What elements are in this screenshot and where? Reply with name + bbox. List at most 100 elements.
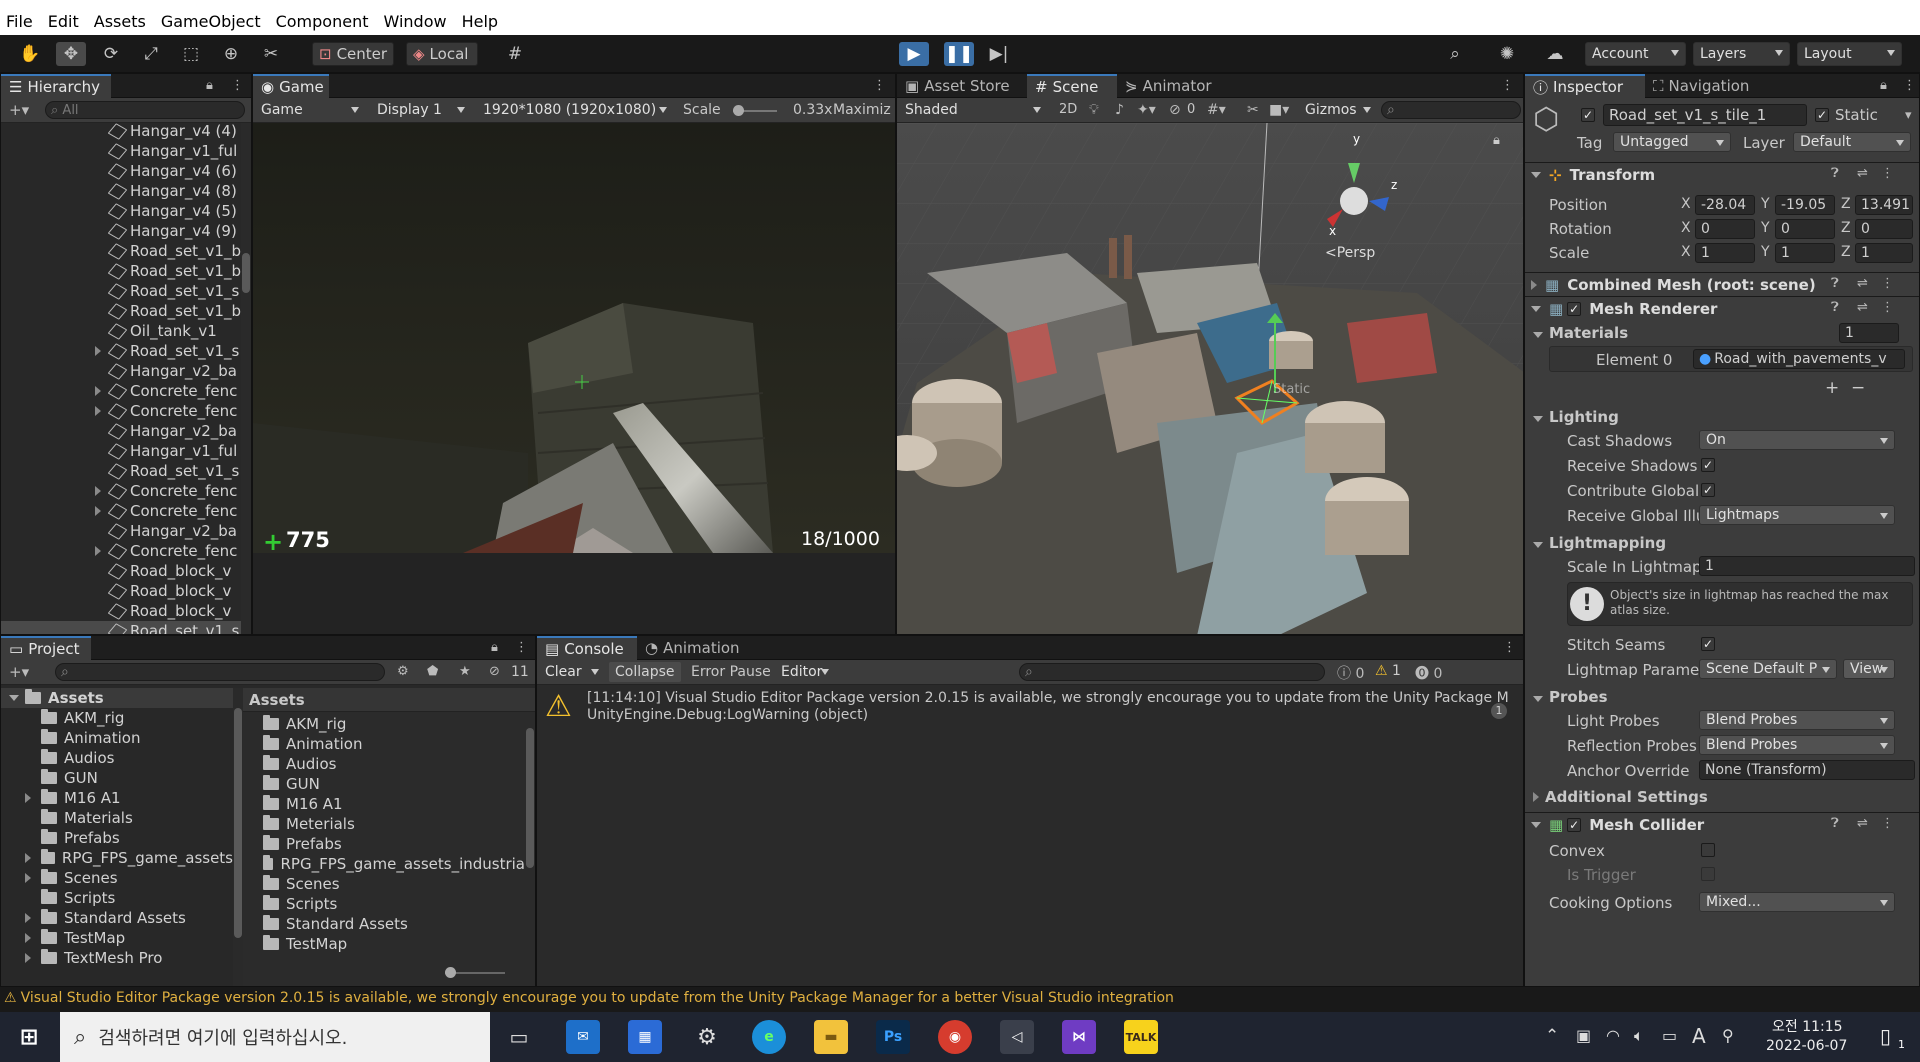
probes-header[interactable]: Probes: [1533, 688, 1608, 706]
project-folder-item[interactable]: TextMesh Pro: [1, 948, 233, 968]
pivot-local-button[interactable]: ◈ Local: [406, 42, 478, 66]
project-folder-item[interactable]: Standard Assets: [1, 908, 233, 928]
mesh-collider-menu-icon[interactable]: ⋮: [1881, 816, 1894, 831]
hierarchy-search-input[interactable]: ⌕ All: [45, 101, 245, 119]
scale-tool-icon[interactable]: ⤢: [136, 42, 166, 66]
project-folder-item[interactable]: TestMap: [1, 928, 233, 948]
windows-start-icon[interactable]: ⊞: [12, 1020, 46, 1054]
clock-date[interactable]: 2022-06-07: [1766, 1038, 1847, 1054]
hierarchy-item[interactable]: Hangar_v1_ful: [1, 141, 241, 161]
warning-count-icon[interactable]: ⚠ 1: [1375, 663, 1401, 679]
layers-dropdown[interactable]: Layers: [1693, 42, 1790, 66]
layer-dropdown[interactable]: Default: [1793, 132, 1911, 152]
project-asset-item[interactable]: Meterials: [243, 814, 525, 834]
ime-settings-icon[interactable]: ⚲: [1722, 1026, 1734, 1045]
project-list-scrollbar[interactable]: [525, 714, 535, 954]
mesh-collider-enabled-checkbox[interactable]: ✓: [1567, 817, 1582, 832]
gizmos-dropdown[interactable]: Gizmos: [1299, 100, 1377, 120]
search-by-type-icon[interactable]: ⚙: [397, 664, 409, 679]
hierarchy-item[interactable]: Road_set_v1_b: [1, 241, 241, 261]
hand-tool-icon[interactable]: ✋: [15, 42, 45, 66]
tab-game[interactable]: ◉ Game: [253, 74, 329, 98]
stitch-seams-checkbox[interactable]: ✓: [1701, 637, 1715, 651]
photoshop-icon[interactable]: Ps: [876, 1020, 910, 1054]
lightmapping-header[interactable]: Lightmapping: [1533, 534, 1666, 552]
hierarchy-item[interactable]: Concrete_fenc: [1, 381, 241, 401]
error-pause-toggle[interactable]: Error Pause: [691, 664, 771, 680]
folder-expand-icon[interactable]: [25, 933, 31, 943]
tab-console[interactable]: ▤ Console: [537, 636, 637, 660]
project-folder-item[interactable]: GUN: [1, 768, 233, 788]
folder-expand-icon[interactable]: [25, 913, 31, 923]
chrome-icon[interactable]: ◉: [938, 1020, 972, 1054]
folder-expand-icon[interactable]: [25, 873, 31, 883]
store-app-icon[interactable]: ▦: [628, 1020, 662, 1054]
hierarchy-scroll-thumb[interactable]: [242, 253, 250, 293]
tab-hierarchy[interactable]: ☰ Hierarchy: [1, 74, 111, 98]
project-folder-item[interactable]: AKM_rig: [1, 708, 233, 728]
hierarchy-item[interactable]: Road_set_v1_s: [1, 341, 241, 361]
hierarchy-item[interactable]: Hangar_v2_ba: [1, 361, 241, 381]
hidden-packages-icon[interactable]: ⊘: [489, 664, 500, 679]
visibility-icon[interactable]: ⊘: [1169, 102, 1181, 118]
lighting-header[interactable]: Lighting: [1533, 408, 1619, 426]
play-icon[interactable]: ▶: [899, 42, 929, 66]
scale-in-lightmap-field[interactable]: 1: [1699, 556, 1915, 576]
add-icon[interactable]: +▾: [9, 101, 29, 119]
object-name-input[interactable]: Road_set_v1_s_tile_1: [1603, 104, 1807, 126]
scale-y-field[interactable]: 1: [1775, 243, 1835, 263]
hierarchy-item[interactable]: Hangar_v4 (4): [1, 123, 241, 141]
hierarchy-item[interactable]: Hangar_v4 (9): [1, 221, 241, 241]
lock-icon[interactable]: 🔒︎: [206, 78, 213, 93]
file-explorer-icon[interactable]: ▬: [814, 1020, 848, 1054]
hierarchy-scrollbar[interactable]: [241, 123, 251, 634]
search-by-label-icon[interactable]: ⬟: [427, 664, 438, 679]
display-dropdown[interactable]: Display 1: [371, 100, 471, 120]
tab-navigation[interactable]: ⛶ Navigation: [1645, 74, 1775, 98]
receive-gi-dropdown[interactable]: Lightmaps: [1699, 505, 1895, 525]
menu-item-gameobject[interactable]: GameObject: [161, 12, 261, 31]
mesh-renderer-enabled-checkbox[interactable]: ✓: [1567, 301, 1582, 316]
menu-item-help[interactable]: Help: [462, 12, 498, 31]
game-viewport[interactable]: + 775 18/1000: [253, 123, 895, 634]
static-checkbox[interactable]: ✓: [1815, 108, 1829, 122]
combined-mesh-preset-icon[interactable]: ⇌: [1857, 276, 1868, 291]
tab-scene[interactable]: # Scene: [1027, 74, 1117, 98]
project-more-icon[interactable]: ⋮: [515, 640, 528, 655]
expand-arrow-icon[interactable]: [95, 406, 101, 416]
project-list-scroll-thumb[interactable]: [526, 728, 534, 868]
account-dropdown[interactable]: Account: [1585, 42, 1686, 66]
hierarchy-item[interactable]: Oil_tank_v1: [1, 321, 241, 341]
project-asset-item[interactable]: Audios: [243, 754, 525, 774]
anchor-override-field[interactable]: None (Transform): [1699, 760, 1915, 780]
favorites-icon[interactable]: ★: [459, 664, 471, 679]
clear-button[interactable]: Clear: [539, 662, 605, 682]
folder-expand-icon[interactable]: [25, 853, 31, 863]
menu-item-assets[interactable]: Assets: [94, 12, 146, 31]
scale-slider-handle[interactable]: [733, 105, 744, 116]
ime-indicator[interactable]: A: [1692, 1024, 1706, 1048]
wifi-icon[interactable]: ◠: [1606, 1026, 1620, 1045]
lighting-icon[interactable]: 💡︎: [1089, 102, 1099, 118]
resolution-dropdown[interactable]: 1920*1080 (1920x1080): [477, 100, 673, 120]
menu-item-window[interactable]: Window: [383, 12, 446, 31]
project-asset-item[interactable]: AKM_rig: [243, 714, 525, 734]
tab-asset-store[interactable]: ▣ Asset Store: [897, 74, 1027, 98]
hierarchy-item[interactable]: Concrete_fenc: [1, 541, 241, 561]
move-tool-icon[interactable]: ✥: [56, 42, 86, 66]
receive-shadows-checkbox[interactable]: ✓: [1701, 458, 1715, 472]
expand-arrow-icon[interactable]: [95, 546, 101, 556]
rotation-x-field[interactable]: 0: [1695, 219, 1755, 239]
custom-tool-icon[interactable]: ✂: [256, 42, 286, 66]
breadcrumb-assets[interactable]: Assets: [249, 691, 305, 709]
scale-slider[interactable]: [733, 105, 777, 116]
element-0-field[interactable]: ● Road_with_pavements_v: [1693, 349, 1905, 369]
edge-icon[interactable]: e: [752, 1020, 786, 1054]
convex-checkbox[interactable]: [1701, 843, 1715, 857]
menu-item-edit[interactable]: Edit: [48, 12, 79, 31]
visual-studio-icon[interactable]: ⋈: [1062, 1020, 1096, 1054]
mesh-renderer-menu-icon[interactable]: ⋮: [1881, 300, 1894, 315]
battery-icon[interactable]: ▭: [1662, 1026, 1677, 1045]
game-mode-dropdown[interactable]: Game: [255, 100, 365, 120]
perspective-label[interactable]: <Persp: [1325, 245, 1375, 261]
